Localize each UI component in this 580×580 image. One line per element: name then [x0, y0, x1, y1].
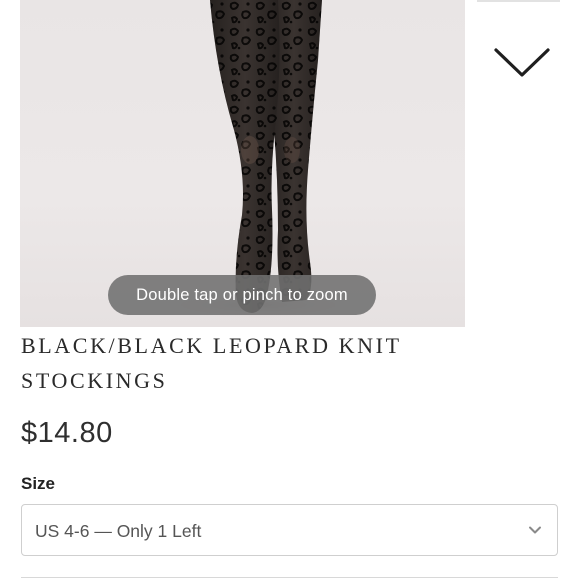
product-page: Double tap or pinch to zoom BLACK/BLACK …	[0, 0, 580, 580]
size-select[interactable]: US 4-6 — Only 1 Left	[21, 504, 558, 556]
product-image[interactable]: Double tap or pinch to zoom	[20, 0, 465, 327]
chevron-down-icon	[529, 526, 541, 534]
size-select-value: US 4-6 — Only 1 Left	[35, 521, 202, 541]
product-title: BLACK/BLACK LEOPARD KNIT STOCKINGS	[21, 333, 402, 393]
section-divider	[21, 577, 558, 578]
zoom-hint-toast: Double tap or pinch to zoom	[108, 275, 376, 315]
size-label: Size	[21, 474, 56, 493]
next-image-button[interactable]	[490, 38, 554, 86]
product-price: $14.80	[21, 417, 113, 449]
chevron-down-icon	[494, 48, 550, 77]
thumbnail-strip-edge	[477, 0, 560, 2]
